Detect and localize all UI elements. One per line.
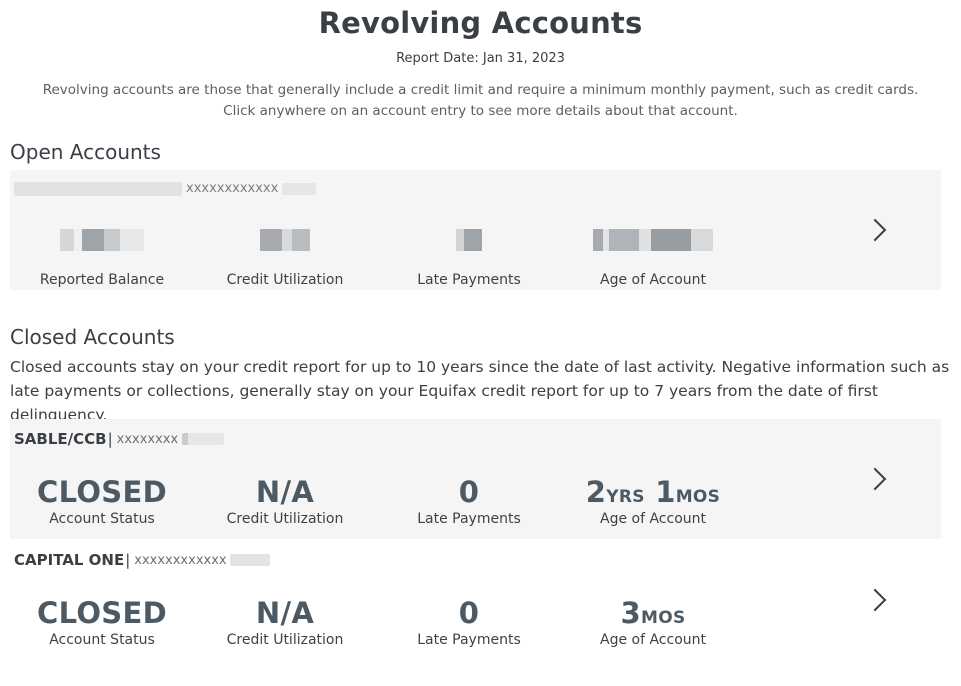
late-payments-label: Late Payments (417, 632, 521, 648)
credit-utilization-stat: N/A Credit Utilization (193, 595, 377, 648)
account-number-mask: xxxxxxxxxxxx (186, 181, 279, 196)
intro-text: Revolving accounts are those that genera… (42, 82, 919, 119)
late-payments-label: Late Payments (417, 511, 521, 527)
credit-utilization-label: Credit Utilization (226, 272, 344, 288)
age-of-account-stat: Age of Account (561, 229, 745, 288)
name-separator: | (107, 430, 113, 448)
credit-utilization-value: N/A (255, 475, 315, 509)
open-accounts-heading: Open Accounts (10, 140, 161, 164)
age-of-account-label: Age of Account (600, 272, 706, 288)
credit-utilization-label: Credit Utilization (226, 632, 344, 648)
late-payments-stat: 0 Late Payments (377, 474, 561, 527)
chevron-right-icon[interactable] (863, 218, 887, 242)
page-title: Revolving Accounts (318, 6, 643, 40)
account-status-value: CLOSED (37, 475, 167, 509)
account-header: CAPITAL ONE | xxxxxxxxxxxx (14, 551, 270, 569)
redacted-age-value (593, 229, 713, 251)
report-date: Report Date: Jan 31, 2023 (396, 51, 565, 66)
age-months: 1 (655, 475, 676, 509)
account-number-mask: xxxxxxxxxxxx (134, 552, 227, 568)
age-months: 3 (620, 596, 641, 630)
redacted-account-digits (282, 182, 317, 195)
late-payments-label: Late Payments (417, 272, 521, 288)
age-years-unit: YRS (606, 487, 645, 507)
redacted-balance-value (60, 229, 144, 251)
redacted-utilization-value (260, 229, 310, 251)
reported-balance-stat: Reported Balance (10, 229, 194, 288)
account-status-label: Account Status (49, 632, 155, 648)
late-payments-stat: 0 Late Payments (377, 595, 561, 648)
age-of-account-stat: 2YRS 1MOS Age of Account (561, 474, 745, 527)
age-years: 2 (585, 475, 607, 509)
credit-utilization-stat: Credit Utilization (193, 229, 377, 288)
account-header: xxxxxxxxxxxx (14, 181, 317, 196)
account-status-value: CLOSED (37, 596, 167, 630)
name-separator: | (125, 551, 131, 569)
closed-account-card[interactable]: SABLE/CCB | xxxxxxxx CLOSED Account Stat… (10, 419, 941, 539)
age-months-unit: MOS (675, 487, 721, 507)
closed-accounts-heading: Closed Accounts (10, 325, 175, 349)
age-of-account-value: 3MOS (561, 595, 745, 631)
account-status-stat: CLOSED Account Status (10, 595, 194, 648)
age-of-account-stat: 3MOS Age of Account (561, 595, 745, 648)
account-name: SABLE/CCB (14, 430, 107, 448)
late-payments-stat: Late Payments (377, 229, 561, 288)
reported-balance-label: Reported Balance (39, 272, 165, 288)
age-of-account-value: 2YRS 1MOS (561, 474, 745, 510)
account-name: CAPITAL ONE (14, 551, 125, 569)
redacted-late-payments-value (456, 229, 482, 251)
redacted-account-name (14, 181, 182, 196)
age-months-unit: MOS (640, 608, 686, 628)
closed-account-card[interactable]: CAPITAL ONE | xxxxxxxxxxxx CLOSED Accoun… (10, 540, 941, 660)
late-payments-value: 0 (458, 596, 480, 630)
account-status-stat: CLOSED Account Status (10, 474, 194, 527)
closed-accounts-description: Closed accounts stay on your credit repo… (10, 358, 950, 424)
chevron-right-icon[interactable] (863, 467, 887, 491)
age-of-account-label: Age of Account (600, 632, 706, 648)
redacted-account-digits (229, 554, 270, 566)
credit-utilization-value: N/A (255, 596, 315, 630)
redacted-account-digits (182, 433, 225, 445)
open-account-card[interactable]: xxxxxxxxxxxx Reported Balance Credit Uti… (10, 170, 941, 290)
age-of-account-label: Age of Account (600, 511, 706, 527)
account-number-mask: xxxxxxxx (116, 431, 179, 447)
late-payments-value: 0 (458, 475, 480, 509)
account-header: SABLE/CCB | xxxxxxxx (14, 430, 225, 448)
account-status-label: Account Status (49, 511, 155, 527)
credit-utilization-stat: N/A Credit Utilization (193, 474, 377, 527)
chevron-right-icon[interactable] (863, 588, 887, 612)
credit-utilization-label: Credit Utilization (226, 511, 344, 527)
